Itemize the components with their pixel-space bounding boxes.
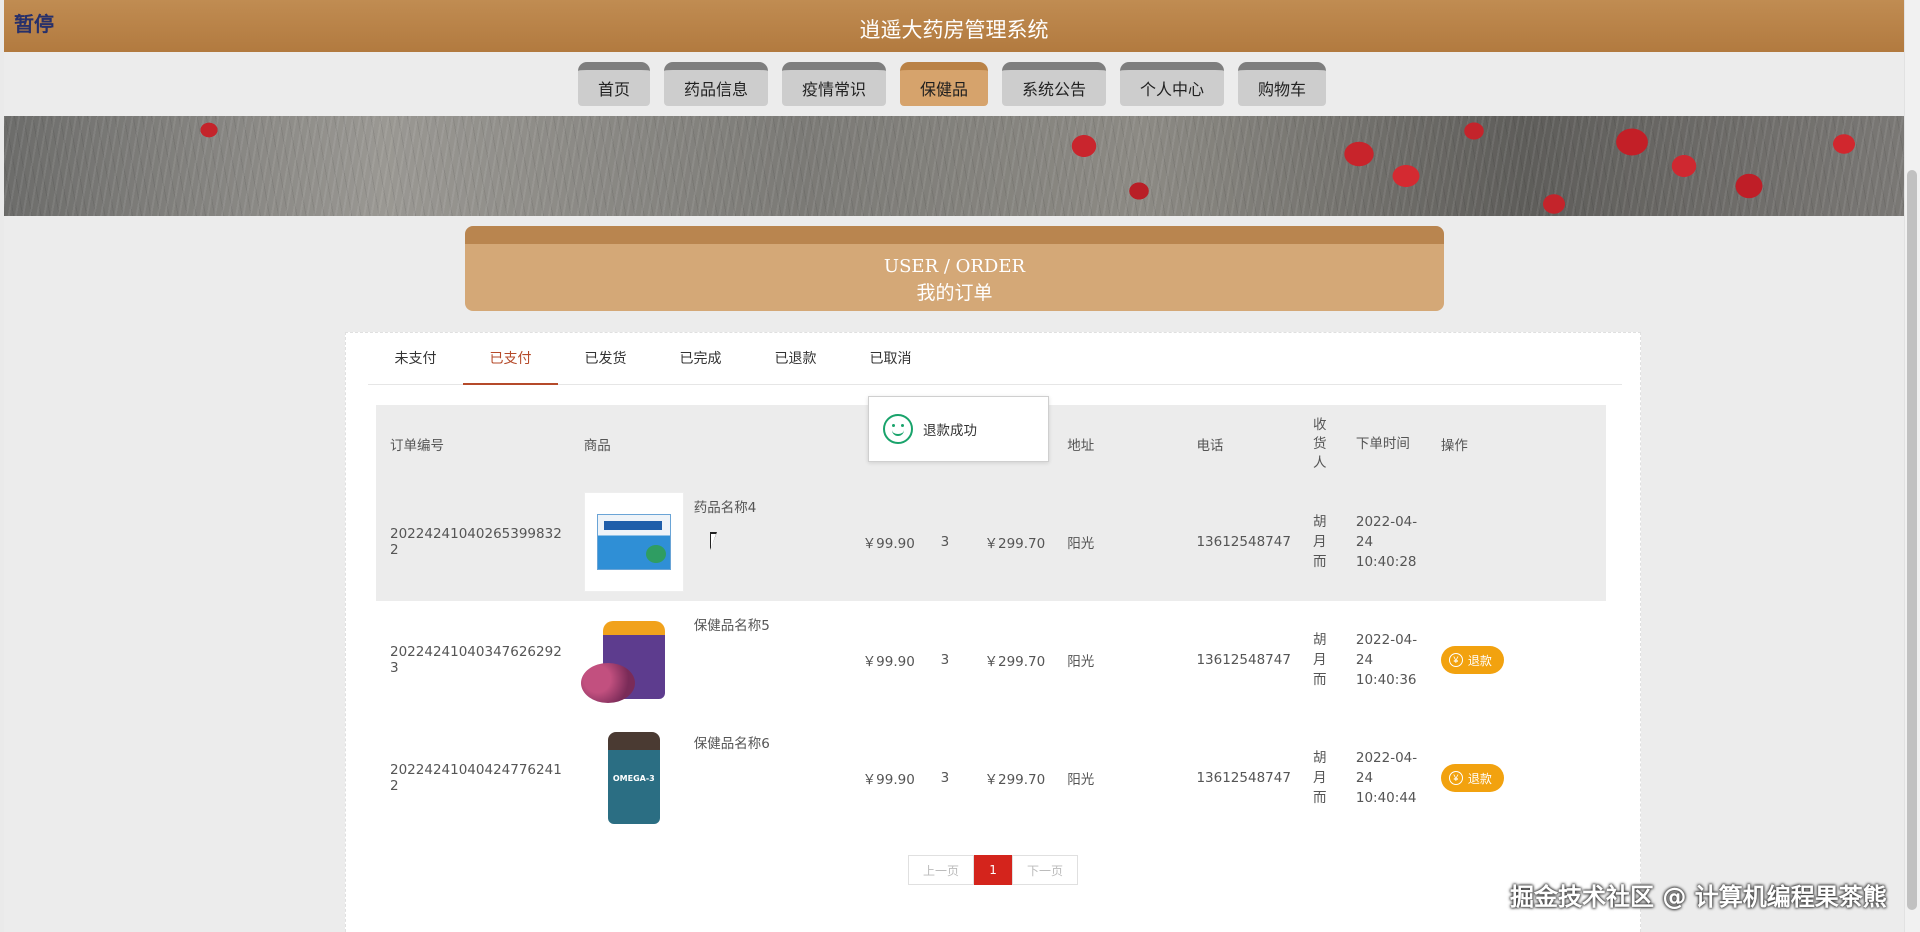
action-cell: ¥ 退款 <box>1427 601 1606 719</box>
price: ￥99.90 <box>862 772 915 788</box>
banner-image <box>4 116 1904 216</box>
tab-shipped[interactable]: 已发货 <box>558 333 653 385</box>
nav-item-cart[interactable]: 购物车 <box>1238 62 1327 106</box>
nav-item-drug-info[interactable]: 药品信息 <box>663 62 768 106</box>
next-page-button[interactable]: 下一页 <box>1012 855 1079 885</box>
yen-icon: ¥ <box>1448 653 1463 667</box>
col-order-time: 下单时间 <box>1341 405 1427 483</box>
action-cell <box>1426 483 1606 601</box>
goods-cell: 保健品名称6 <box>570 719 849 837</box>
product-image[interactable] <box>583 492 684 592</box>
total: ￥299.70 <box>970 483 1054 601</box>
tab-unpaid[interactable]: 未支付 <box>368 333 463 385</box>
section-title-en: USER / ORDER <box>883 256 1026 277</box>
receiver: 胡月而 <box>1298 483 1342 601</box>
col-phone: 电话 <box>1182 405 1299 483</box>
yen-icon: ¥ <box>1448 771 1463 785</box>
table-row[interactable]: 20224241040424776241​2 保健品名称6 ￥99.90 3 ￥… <box>376 719 1606 837</box>
receiver: 胡月而 <box>1312 750 1327 806</box>
nav-item-health-products[interactable]: 保健品 <box>899 62 988 106</box>
refund-button[interactable]: ¥ 退款 <box>1440 764 1504 792</box>
quantity: 3 <box>940 652 950 668</box>
quantity: 3 <box>926 483 971 601</box>
watermark-text: 掘金技术社区 @ 计算机编程果茶熊 <box>1510 883 1887 911</box>
price: ￥99.90 <box>848 483 927 601</box>
tab-refunded[interactable]: 已退款 <box>748 333 843 385</box>
total: ￥299.70 <box>984 772 1046 788</box>
tab-completed[interactable]: 已完成 <box>653 333 748 385</box>
site-title: 逍遥大药房管理系统 <box>859 18 1049 42</box>
tab-cancelled[interactable]: 已取消 <box>843 333 938 385</box>
table-row[interactable]: 20224241040265399832​2 药品名称4 ￥99.90 3 ￥2… <box>376 483 1606 601</box>
nav-item-home[interactable]: 首页 <box>577 62 650 106</box>
col-action: 操作 <box>1426 405 1606 483</box>
order-time: 2022-04-24 10:40:36 <box>1355 632 1418 688</box>
nav-item-epidemic[interactable]: 疫情常识 <box>781 62 886 106</box>
goods-name: 保健品名称6 <box>693 736 770 752</box>
product-image[interactable] <box>584 728 684 828</box>
refund-button-label: 退款 <box>1467 653 1492 668</box>
scrollbar-thumb[interactable] <box>1907 170 1917 910</box>
address: 阳光 <box>1067 772 1095 788</box>
toast-message: 退款成功 <box>923 423 977 439</box>
total: ￥299.70 <box>984 654 1046 670</box>
quantity: 3 <box>940 770 950 786</box>
pagination: 上一页 1 下一页 <box>908 855 1079 885</box>
order-tabs: 未支付 已支付 已发货 已完成 已退款 已取消 <box>368 333 1622 385</box>
smile-icon <box>883 414 913 444</box>
cursor-icon <box>710 532 717 550</box>
col-goods: 商品 <box>569 405 849 483</box>
section-title-cn: 我的订单 <box>916 282 993 304</box>
goods-cell: 保健品名称5 <box>570 601 849 719</box>
col-order-no: 订单编号 <box>376 405 570 483</box>
action-cell: ¥ 退款 <box>1427 719 1606 837</box>
refund-button-label: 退款 <box>1467 771 1492 786</box>
header-bar: 暂停 逍遥大药房管理系统 <box>4 0 1904 52</box>
phone: 13612548747 <box>1196 652 1291 668</box>
price: ￥99.90 <box>862 654 915 670</box>
nav-item-personal-center[interactable]: 个人中心 <box>1120 62 1225 106</box>
app-frame: 暂停 逍遥大药房管理系统 首页 药品信息 疫情常识 保健品 系统公告 个人中心 … <box>4 0 1904 932</box>
table-row[interactable]: 20224241040347626292​3 保健品名称5 ￥99.90 3 ￥… <box>376 601 1606 719</box>
order-no: 20224241040424776241​2 <box>390 762 562 794</box>
nav-item-announcements[interactable]: 系统公告 <box>1002 62 1107 106</box>
main-nav: 首页 药品信息 疫情常识 保健品 系统公告 个人中心 购物车 <box>4 52 1904 116</box>
goods-name: 保健品名称5 <box>693 618 770 634</box>
product-image[interactable] <box>580 610 684 710</box>
address: 阳光 <box>1053 483 1183 601</box>
order-no: 20224241040265399832​2 <box>376 483 570 601</box>
address: 阳光 <box>1067 654 1095 670</box>
order-no: 20224241040347626292​3 <box>390 644 562 676</box>
order-time: 2022-04-24 10:40:28 <box>1341 483 1427 601</box>
goods-name: 药品名称4 <box>693 500 757 516</box>
prev-page-button[interactable]: 上一页 <box>908 855 975 885</box>
col-receiver: 收货人 <box>1298 405 1342 483</box>
phone: 13612548747 <box>1196 770 1291 786</box>
page-number-current[interactable]: 1 <box>974 855 1013 885</box>
section-title: USER / ORDER 我的订单 <box>465 226 1444 311</box>
refund-button[interactable]: ¥ 退款 <box>1440 646 1504 674</box>
refund-success-toast: 退款成功 <box>868 396 1049 462</box>
tab-paid[interactable]: 已支付 <box>463 333 558 385</box>
order-table: 订单编号 商品 地址 电话 收货人 下单时间 操作 20224241040265… <box>376 405 1606 837</box>
page-scrollbar[interactable] <box>1904 0 1920 932</box>
phone: 13612548747 <box>1182 483 1299 601</box>
order-time: 2022-04-24 10:40:44 <box>1355 750 1418 806</box>
col-address: 地址 <box>1053 405 1183 483</box>
receiver: 胡月而 <box>1312 632 1327 688</box>
